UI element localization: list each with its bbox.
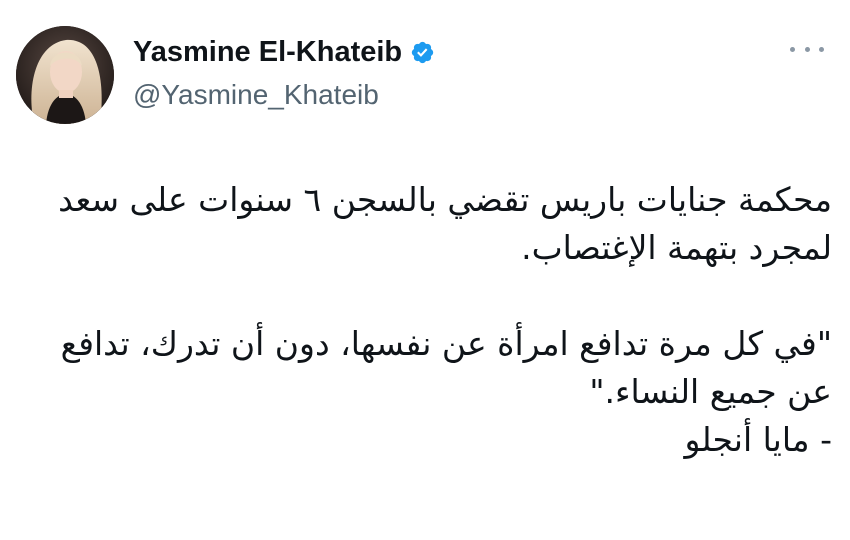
more-dot xyxy=(804,46,810,52)
tweet-card: Yasmine El-Khateib @Yasmine_Khateib محكم… xyxy=(0,0,850,540)
tweet-line: عن جميع النساء." xyxy=(589,372,832,411)
more-dots-icon[interactable] xyxy=(790,40,824,58)
tweet-line: محكمة جنايات باريس تقضي بالسجن ٦ سنوات ع… xyxy=(58,180,832,219)
more-dot xyxy=(819,46,824,52)
verified-badge-icon xyxy=(411,41,434,64)
author-name[interactable]: Yasmine El-Khateib xyxy=(133,36,402,69)
tweet-line: - مايا أنجلو xyxy=(684,420,833,459)
more-dot xyxy=(790,46,795,52)
author-handle[interactable]: @Yasmine_Khateib xyxy=(133,79,379,111)
avatar[interactable] xyxy=(16,26,114,124)
author-name-row[interactable]: Yasmine El-Khateib xyxy=(133,36,435,69)
tweet-line: "في كل مرة تدافع امرأة عن نفسها، دون أن … xyxy=(60,324,832,363)
tweet-line: لمجرد بتهمة الإغتصاب. xyxy=(521,228,832,267)
avatar-image xyxy=(16,26,114,124)
tweet-text: محكمة جنايات باريس تقضي بالسجن ٦ سنوات ع… xyxy=(20,176,832,464)
